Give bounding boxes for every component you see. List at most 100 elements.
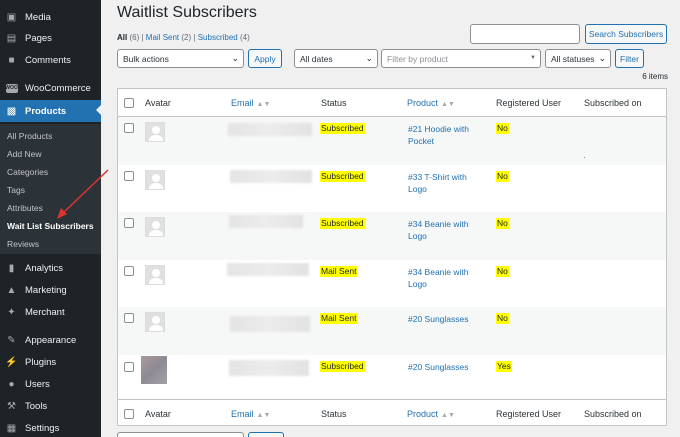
- view-mail-sent[interactable]: Mail Sent: [146, 33, 179, 42]
- col-registered-user: Registered User: [496, 409, 562, 419]
- product-link[interactable]: #33 T-Shirt with Logo: [408, 171, 480, 195]
- menu-marketing[interactable]: ▲ Marketing: [0, 280, 101, 300]
- search-subscribers-button[interactable]: Search Subscribers: [585, 24, 667, 44]
- col-subscribed-on: Subscribed on: [584, 409, 642, 419]
- col-status: Status: [321, 98, 347, 108]
- product-link[interactable]: #20 Sunglasses: [408, 313, 480, 325]
- menu-tools[interactable]: ⚒ Tools: [0, 396, 101, 416]
- status-filter-select[interactable]: All statuses ⌄: [545, 49, 611, 68]
- annotation-arrow: [57, 169, 109, 219]
- email-redacted: [229, 215, 303, 228]
- status-views: All (6) | Mail Sent (2) | Subscribed (4): [117, 33, 250, 42]
- menu-appearance[interactable]: ✎ Appearance: [0, 330, 101, 350]
- col-product[interactable]: Product ▲▼: [407, 98, 455, 108]
- product-link[interactable]: #34 Beanie with Logo: [408, 266, 480, 290]
- email-redacted: [228, 123, 312, 136]
- view-subscribed[interactable]: Subscribed: [198, 33, 238, 42]
- col-email[interactable]: Email ▲▼: [231, 409, 270, 419]
- sort-icon: ▲▼: [441, 101, 455, 108]
- search-input[interactable]: [470, 24, 580, 44]
- table-row: Mail Sent #34 Beanie with Logo No: [118, 260, 666, 308]
- table-footer: Avatar Email ▲▼ Status Product ▲▼ Register…: [118, 399, 666, 427]
- status-badge: Subscribed: [320, 123, 365, 134]
- filter-button[interactable]: Filter: [615, 49, 644, 68]
- bulk-actions-select-bottom[interactable]: [117, 432, 244, 437]
- registered-value: No: [496, 123, 509, 134]
- avatar: [141, 355, 167, 384]
- table-row: Subscribed #20 Sunglasses Yes: [118, 355, 666, 399]
- sort-icon: ▲▼: [256, 101, 271, 108]
- table-row: Subscribed #34 Beanie with Logo No: [118, 212, 666, 260]
- status-badge: Subscribed: [320, 218, 365, 229]
- col-avatar: Avatar: [145, 409, 171, 419]
- select-all-checkbox[interactable]: [124, 409, 134, 419]
- registered-value: No: [496, 218, 509, 229]
- product-link[interactable]: #20 Sunglasses: [408, 361, 480, 373]
- menu-settings[interactable]: ▦ Settings: [0, 418, 101, 437]
- merchant-icon: ✦: [7, 306, 16, 318]
- product-link[interactable]: #21 Hoodie with Pocket: [408, 123, 480, 147]
- analytics-icon: ▮: [8, 262, 15, 274]
- status-badge: Subscribed: [320, 170, 365, 182]
- users-icon: ●: [8, 378, 15, 390]
- items-count: 6 items: [642, 72, 668, 81]
- view-all[interactable]: All: [117, 33, 127, 42]
- registered-value: Yes: [496, 360, 512, 372]
- email-redacted: [230, 316, 310, 332]
- avatar: [145, 169, 165, 190]
- avatar: [145, 312, 165, 332]
- apply-button-bottom[interactable]: [248, 432, 284, 437]
- menu-plugins[interactable]: ⚡ Plugins: [0, 352, 101, 372]
- avatar: [145, 122, 165, 142]
- email-redacted: [227, 262, 309, 276]
- table-row: Mail Sent #20 Sunglasses No: [118, 307, 666, 355]
- row-checkbox[interactable]: [124, 170, 134, 181]
- chevron-down-icon: ⌄: [365, 53, 373, 63]
- row-checkbox[interactable]: [124, 313, 134, 323]
- apply-button[interactable]: Apply: [248, 49, 282, 68]
- registered-value: No: [496, 313, 509, 324]
- avatar: [145, 217, 165, 237]
- product-filter-select[interactable]: Filter by product ▼: [381, 49, 541, 68]
- plugins-icon: ⚡: [5, 356, 18, 368]
- table-row: Subscribed #21 Hoodie with Pocket No: [118, 117, 666, 165]
- caret-down-icon: ▼: [530, 55, 536, 61]
- col-subscribed-on: Subscribed on: [584, 98, 642, 108]
- col-avatar: Avatar: [145, 98, 171, 108]
- row-checkbox[interactable]: [124, 361, 134, 372]
- submenu-reviews[interactable]: Reviews: [7, 239, 39, 249]
- page-title: Waitlist Subscribers: [117, 4, 257, 21]
- col-status: Status: [321, 409, 347, 419]
- avatar: [145, 264, 165, 285]
- status-badge: Mail Sent: [320, 313, 358, 324]
- status-badge: Mail Sent: [320, 265, 358, 277]
- table-header: Avatar Email ▲▼ Status Product ▲▼ Register…: [118, 89, 666, 117]
- menu-users[interactable]: ● Users: [0, 374, 101, 394]
- row-checkbox[interactable]: [124, 123, 134, 133]
- email-redacted: [230, 169, 312, 183]
- sort-icon: ▲▼: [441, 412, 455, 419]
- col-registered-user: Registered User: [496, 98, 562, 108]
- subscribers-table: Avatar Email ▲▼ Status Product ▲▼ Register…: [117, 88, 667, 426]
- product-link[interactable]: #34 Beanie with Logo: [408, 218, 480, 242]
- select-all-checkbox[interactable]: [124, 98, 134, 108]
- menu-analytics[interactable]: ▮ Analytics: [0, 258, 101, 278]
- row-checkbox[interactable]: [124, 218, 134, 228]
- tools-icon: ⚒: [7, 400, 16, 412]
- sort-icon: ▲▼: [256, 412, 271, 419]
- email-redacted: [229, 359, 309, 376]
- appearance-icon: ✎: [7, 334, 16, 346]
- dates-select[interactable]: All dates ⌄: [294, 49, 378, 68]
- menu-merchant[interactable]: ✦ Merchant: [0, 302, 101, 322]
- registered-value: No: [496, 170, 509, 182]
- table-row: Subscribed #33 T-Shirt with Logo No: [118, 165, 666, 213]
- settings-icon: ▦: [6, 422, 17, 434]
- col-product[interactable]: Product ▲▼: [407, 409, 455, 419]
- row-checkbox[interactable]: [124, 265, 134, 276]
- status-badge: Subscribed: [320, 360, 365, 372]
- marketing-icon: ▲: [6, 284, 17, 296]
- col-email[interactable]: Email ▲▼: [231, 98, 270, 108]
- registered-value: No: [496, 265, 509, 277]
- chevron-down-icon: ⌄: [598, 53, 606, 63]
- bulk-actions-select[interactable]: Bulk actions ⌄: [117, 49, 244, 68]
